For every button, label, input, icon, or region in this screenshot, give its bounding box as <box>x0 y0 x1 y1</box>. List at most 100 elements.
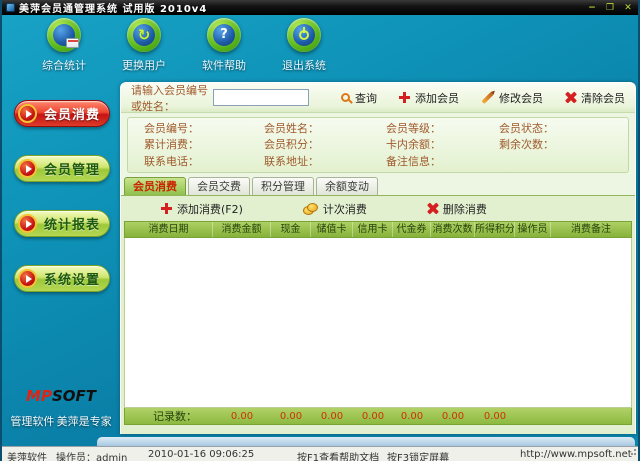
window-bottom-edge <box>97 437 635 446</box>
field-label-member-id: 会员编号： <box>144 121 264 137</box>
statusbar-f3-hint: 按F3锁定屏幕 <box>387 449 449 461</box>
add-member-label: 添加会员 <box>415 90 459 106</box>
exit-icon <box>287 18 321 52</box>
plus-icon <box>161 203 172 214</box>
sidebar-item-label: 系统设置 <box>44 269 100 288</box>
search-label: 请输入会员编号或姓名： <box>131 82 211 114</box>
edit-member-button[interactable]: 修改会员 <box>481 90 543 106</box>
column-header-points: 所得积分 <box>475 222 515 237</box>
top-toolbar: 综合统计 ↻ 更换用户 ? 软件帮助 退出系统 <box>30 18 338 73</box>
clear-member-button[interactable]: 清除会员 <box>565 90 625 106</box>
refresh-icon: ↻ <box>133 24 155 46</box>
sidebar-item-label: 会员消费 <box>44 104 100 123</box>
tab-points-manage[interactable]: 积分管理 <box>252 177 314 195</box>
toolbar-item-statistics[interactable]: 综合统计 <box>30 18 98 73</box>
play-icon <box>18 104 37 123</box>
window-controls: − ❐ ✕ <box>586 3 634 13</box>
field-label-total-consume: 累计消费： <box>144 137 264 153</box>
toolbar-item-label: 退出系统 <box>282 57 326 73</box>
search-icon <box>341 93 350 102</box>
field-label-member-name: 会员姓名： <box>264 121 386 137</box>
toolbar-item-label: 软件帮助 <box>202 57 246 73</box>
tab-member-consume[interactable]: 会员消费 <box>124 177 186 195</box>
query-button-label: 查询 <box>355 90 377 106</box>
column-header-amount: 消费金额 <box>213 222 271 237</box>
delete-consume-label: 删除消费 <box>443 201 487 217</box>
record-count-label: 记录数： <box>125 408 213 424</box>
sidebar: 会员消费 会员管理 统计报表 系统设置 <box>2 100 120 320</box>
column-header-voucher: 代金券 <box>393 222 431 237</box>
table-summary-row: 记录数： 0.00 0.00 0.00 0.00 0.00 0.00 0.00 <box>124 408 632 425</box>
sidebar-item-settings[interactable]: 系统设置 <box>14 265 110 292</box>
add-consume-label: 添加消费(F2) <box>177 201 243 217</box>
column-header-credit-card: 信用卡 <box>353 222 393 237</box>
report-icon <box>66 38 79 48</box>
count-consume-button[interactable]: 计次消费 <box>303 201 367 217</box>
statusbar-datetime: 2010-01-16 09:06:25 <box>148 449 254 460</box>
column-header-stored-card: 储值卡 <box>311 222 353 237</box>
pencil-icon <box>481 91 493 103</box>
column-header-times: 消费次数 <box>431 222 475 237</box>
column-header-remark: 消费备注 <box>551 222 631 237</box>
logo-soft: SOFT <box>52 387 96 405</box>
member-search-bar: 请输入会员编号或姓名： 查询 添加会员 修改会员 清除会员 <box>121 83 635 113</box>
toolbar-item-exit[interactable]: 退出系统 <box>270 18 338 73</box>
sidebar-item-member-consume[interactable]: 会员消费 <box>14 100 110 127</box>
statusbar-url[interactable]: http://www.mpsoft.net <box>520 449 632 460</box>
add-consume-button[interactable]: 添加消费(F2) <box>161 201 243 217</box>
field-label-phone: 联系电话： <box>144 154 264 170</box>
add-member-button[interactable]: 添加会员 <box>399 90 459 106</box>
slogan-right: 美萍是专家 <box>57 413 112 429</box>
column-header-cash: 现金 <box>271 222 311 237</box>
play-icon <box>18 269 37 288</box>
field-label-address: 联系地址： <box>264 154 386 170</box>
plus-icon <box>399 92 410 103</box>
help-icon: ? <box>207 18 241 52</box>
minimize-button[interactable]: − <box>586 3 598 13</box>
consume-actions-bar: 添加消费(F2) 计次消费 删除消费 <box>121 196 635 221</box>
field-label-member-status: 会员状态： <box>499 121 609 137</box>
delete-consume-button[interactable]: 删除消费 <box>427 201 487 217</box>
query-button[interactable]: 查询 <box>341 90 377 106</box>
toolbar-item-label: 更换用户 <box>122 57 166 73</box>
count-consume-label: 计次消费 <box>323 201 367 217</box>
column-header-date: 消费日期 <box>125 222 213 237</box>
slogan: 管理软件 美萍是专家 <box>2 413 120 429</box>
main-panel: 请输入会员编号或姓名： 查询 添加会员 修改会员 清除会员 <box>120 82 636 434</box>
toolbar-item-switch-user[interactable]: ↻ 更换用户 <box>110 18 178 73</box>
field-label-remaining-times: 剩余次数： <box>499 137 609 153</box>
sidebar-item-reports[interactable]: 统计报表 <box>14 210 110 237</box>
slogan-left: 管理软件 <box>10 413 54 429</box>
statusbar-operator: 操作员：admin <box>56 449 127 461</box>
summary-voucher: 0.00 <box>393 411 431 422</box>
column-header-operator: 操作员 <box>515 222 551 237</box>
summary-times: 0.00 <box>431 411 475 422</box>
summary-amount: 0.00 <box>213 411 271 422</box>
logo-mp: MP <box>26 387 52 405</box>
table-body <box>124 238 632 408</box>
desktop-background: 综合统计 ↻ 更换用户 ? 软件帮助 退出系统 <box>2 15 638 446</box>
triangle-icon <box>26 275 32 283</box>
summary-stored-card: 0.00 <box>311 411 353 422</box>
statusbar: 美萍软件 操作员：admin 2010-01-16 09:06:25 按F1查看… <box>2 446 638 461</box>
tab-balance-change[interactable]: 余额变动 <box>316 177 378 195</box>
tab-member-payment[interactable]: 会员交费 <box>188 177 250 195</box>
field-label-points: 会员积分： <box>264 137 386 153</box>
sidebar-item-member-manage[interactable]: 会员管理 <box>14 155 110 182</box>
close-button[interactable]: ✕ <box>622 3 634 13</box>
x-icon <box>427 203 438 214</box>
consume-table: 消费日期 消费金额 现金 储值卡 信用卡 代金券 消费次数 所得积分 操作员 消… <box>124 221 632 434</box>
tab-bar: 会员消费 会员交费 积分管理 余额变动 <box>121 175 635 195</box>
maximize-button[interactable]: ❐ <box>604 3 616 13</box>
statusbar-brand: 美萍软件 <box>7 449 47 461</box>
resize-grip[interactable] <box>628 449 636 457</box>
play-icon <box>18 159 37 178</box>
field-label-member-level: 会员等级： <box>386 121 499 137</box>
toolbar-item-help[interactable]: ? 软件帮助 <box>190 18 258 73</box>
sidebar-item-label: 会员管理 <box>44 159 100 178</box>
statistics-icon <box>47 18 81 52</box>
refresh-arrow-icon: ↻ <box>138 24 151 46</box>
clear-member-label: 清除会员 <box>581 90 625 106</box>
question-mark-icon: ? <box>213 24 235 46</box>
member-search-input[interactable] <box>213 89 309 106</box>
